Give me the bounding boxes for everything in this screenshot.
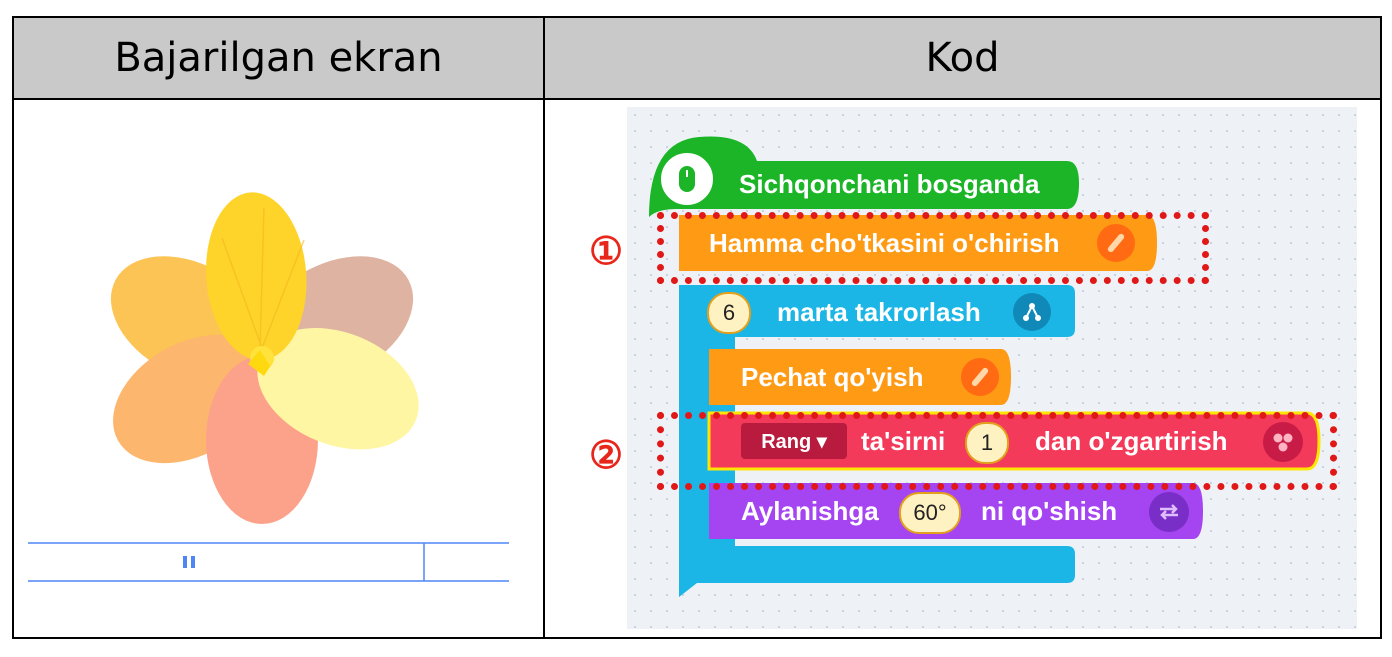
highlight-box-2	[657, 412, 1337, 490]
event-block-label[interactable]: Sichqonchani bosganda	[739, 169, 1039, 200]
column-header-code: Kod	[545, 18, 1380, 100]
annotation-marker-1: ①	[587, 230, 625, 273]
highlight-box-1	[657, 212, 1209, 284]
code-canvas: Sichqonchani bosganda Hamma cho'tkasini …	[627, 107, 1357, 629]
rotate-label-a: Aylanishga	[741, 496, 879, 526]
stamp-block-label[interactable]: Pechat qo'yish	[741, 362, 923, 393]
rotate-icon	[1149, 492, 1189, 532]
annotation-marker-2: ②	[587, 434, 625, 477]
code-area: Sichqonchani bosganda Hamma cho'tkasini …	[545, 100, 1380, 639]
result-screen	[14, 100, 543, 639]
rotate-label-b: ni qo'shish	[981, 496, 1118, 526]
rotate-value[interactable]: 60°	[899, 492, 961, 534]
repeat-block-label[interactable]: marta takrorlash	[777, 297, 981, 328]
brush-icon	[961, 358, 999, 396]
column-header-result: Bajarilgan ekran	[14, 18, 545, 100]
mouse-icon	[657, 149, 717, 209]
pause-icon	[183, 556, 195, 568]
comparison-table: Bajarilgan ekran Kod Sichqonchani bosgan…	[12, 16, 1382, 639]
flow-icon	[1013, 293, 1051, 331]
repeat-count[interactable]: 6	[707, 292, 751, 334]
flower-image	[28, 192, 509, 582]
